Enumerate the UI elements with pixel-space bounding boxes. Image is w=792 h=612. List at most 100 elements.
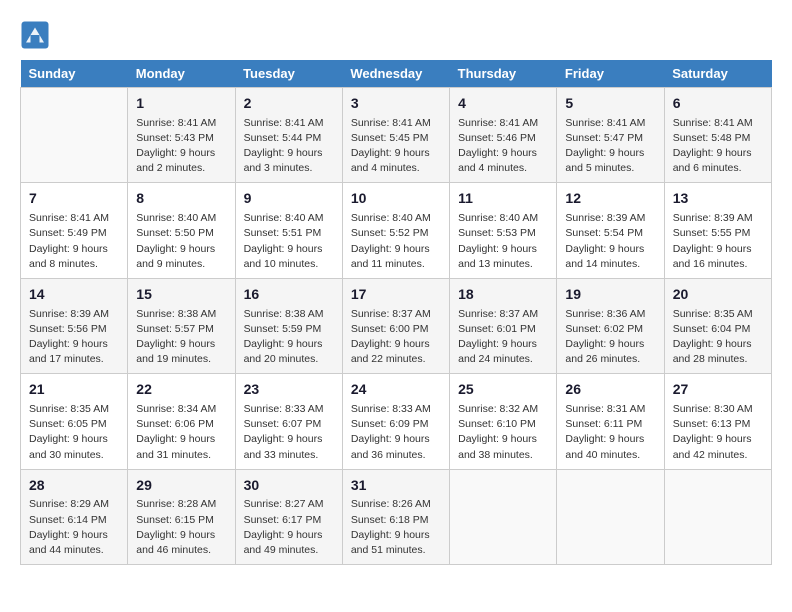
day-info: Sunrise: 8:41 AM Sunset: 5:47 PM Dayligh… bbox=[565, 116, 655, 177]
day-info: Sunrise: 8:29 AM Sunset: 6:14 PM Dayligh… bbox=[29, 497, 119, 558]
calendar-cell bbox=[21, 88, 128, 183]
weekday-header-wednesday: Wednesday bbox=[342, 60, 449, 88]
day-number: 15 bbox=[136, 285, 226, 305]
day-number: 28 bbox=[29, 476, 119, 496]
calendar-cell: 19Sunrise: 8:36 AM Sunset: 6:02 PM Dayli… bbox=[557, 278, 664, 373]
weekday-header-friday: Friday bbox=[557, 60, 664, 88]
day-number: 23 bbox=[244, 380, 334, 400]
day-info: Sunrise: 8:30 AM Sunset: 6:13 PM Dayligh… bbox=[673, 402, 763, 463]
weekday-header-sunday: Sunday bbox=[21, 60, 128, 88]
calendar-cell: 20Sunrise: 8:35 AM Sunset: 6:04 PM Dayli… bbox=[664, 278, 771, 373]
day-info: Sunrise: 8:32 AM Sunset: 6:10 PM Dayligh… bbox=[458, 402, 548, 463]
calendar-cell: 16Sunrise: 8:38 AM Sunset: 5:59 PM Dayli… bbox=[235, 278, 342, 373]
day-number: 27 bbox=[673, 380, 763, 400]
calendar-cell: 15Sunrise: 8:38 AM Sunset: 5:57 PM Dayli… bbox=[128, 278, 235, 373]
week-row-2: 7Sunrise: 8:41 AM Sunset: 5:49 PM Daylig… bbox=[21, 183, 772, 278]
calendar-cell: 23Sunrise: 8:33 AM Sunset: 6:07 PM Dayli… bbox=[235, 374, 342, 469]
day-number: 21 bbox=[29, 380, 119, 400]
day-number: 26 bbox=[565, 380, 655, 400]
day-info: Sunrise: 8:27 AM Sunset: 6:17 PM Dayligh… bbox=[244, 497, 334, 558]
day-number: 2 bbox=[244, 94, 334, 114]
day-info: Sunrise: 8:34 AM Sunset: 6:06 PM Dayligh… bbox=[136, 402, 226, 463]
day-info: Sunrise: 8:41 AM Sunset: 5:45 PM Dayligh… bbox=[351, 116, 441, 177]
day-number: 13 bbox=[673, 189, 763, 209]
calendar-cell: 30Sunrise: 8:27 AM Sunset: 6:17 PM Dayli… bbox=[235, 469, 342, 564]
day-info: Sunrise: 8:37 AM Sunset: 6:01 PM Dayligh… bbox=[458, 307, 548, 368]
day-number: 29 bbox=[136, 476, 226, 496]
calendar-cell: 14Sunrise: 8:39 AM Sunset: 5:56 PM Dayli… bbox=[21, 278, 128, 373]
calendar-cell bbox=[557, 469, 664, 564]
day-number: 25 bbox=[458, 380, 548, 400]
calendar-cell: 18Sunrise: 8:37 AM Sunset: 6:01 PM Dayli… bbox=[450, 278, 557, 373]
week-row-1: 1Sunrise: 8:41 AM Sunset: 5:43 PM Daylig… bbox=[21, 88, 772, 183]
calendar-table: SundayMondayTuesdayWednesdayThursdayFrid… bbox=[20, 60, 772, 565]
day-number: 8 bbox=[136, 189, 226, 209]
calendar-cell: 11Sunrise: 8:40 AM Sunset: 5:53 PM Dayli… bbox=[450, 183, 557, 278]
day-info: Sunrise: 8:39 AM Sunset: 5:54 PM Dayligh… bbox=[565, 211, 655, 272]
day-info: Sunrise: 8:41 AM Sunset: 5:49 PM Dayligh… bbox=[29, 211, 119, 272]
calendar-cell: 28Sunrise: 8:29 AM Sunset: 6:14 PM Dayli… bbox=[21, 469, 128, 564]
day-number: 22 bbox=[136, 380, 226, 400]
day-number: 20 bbox=[673, 285, 763, 305]
calendar-cell: 10Sunrise: 8:40 AM Sunset: 5:52 PM Dayli… bbox=[342, 183, 449, 278]
day-info: Sunrise: 8:41 AM Sunset: 5:43 PM Dayligh… bbox=[136, 116, 226, 177]
day-number: 3 bbox=[351, 94, 441, 114]
calendar-cell: 17Sunrise: 8:37 AM Sunset: 6:00 PM Dayli… bbox=[342, 278, 449, 373]
calendar-cell: 3Sunrise: 8:41 AM Sunset: 5:45 PM Daylig… bbox=[342, 88, 449, 183]
day-number: 18 bbox=[458, 285, 548, 305]
calendar-cell: 6Sunrise: 8:41 AM Sunset: 5:48 PM Daylig… bbox=[664, 88, 771, 183]
calendar-cell bbox=[450, 469, 557, 564]
calendar-cell: 26Sunrise: 8:31 AM Sunset: 6:11 PM Dayli… bbox=[557, 374, 664, 469]
calendar-cell bbox=[664, 469, 771, 564]
calendar-cell: 29Sunrise: 8:28 AM Sunset: 6:15 PM Dayli… bbox=[128, 469, 235, 564]
calendar-cell: 21Sunrise: 8:35 AM Sunset: 6:05 PM Dayli… bbox=[21, 374, 128, 469]
calendar-cell: 25Sunrise: 8:32 AM Sunset: 6:10 PM Dayli… bbox=[450, 374, 557, 469]
calendar-cell: 9Sunrise: 8:40 AM Sunset: 5:51 PM Daylig… bbox=[235, 183, 342, 278]
day-info: Sunrise: 8:41 AM Sunset: 5:46 PM Dayligh… bbox=[458, 116, 548, 177]
day-number: 24 bbox=[351, 380, 441, 400]
week-row-5: 28Sunrise: 8:29 AM Sunset: 6:14 PM Dayli… bbox=[21, 469, 772, 564]
day-number: 30 bbox=[244, 476, 334, 496]
week-row-4: 21Sunrise: 8:35 AM Sunset: 6:05 PM Dayli… bbox=[21, 374, 772, 469]
day-number: 19 bbox=[565, 285, 655, 305]
day-number: 12 bbox=[565, 189, 655, 209]
day-number: 1 bbox=[136, 94, 226, 114]
calendar-cell: 7Sunrise: 8:41 AM Sunset: 5:49 PM Daylig… bbox=[21, 183, 128, 278]
day-info: Sunrise: 8:41 AM Sunset: 5:48 PM Dayligh… bbox=[673, 116, 763, 177]
day-info: Sunrise: 8:33 AM Sunset: 6:09 PM Dayligh… bbox=[351, 402, 441, 463]
day-info: Sunrise: 8:37 AM Sunset: 6:00 PM Dayligh… bbox=[351, 307, 441, 368]
calendar-cell: 13Sunrise: 8:39 AM Sunset: 5:55 PM Dayli… bbox=[664, 183, 771, 278]
weekday-header-thursday: Thursday bbox=[450, 60, 557, 88]
day-number: 9 bbox=[244, 189, 334, 209]
day-info: Sunrise: 8:35 AM Sunset: 6:05 PM Dayligh… bbox=[29, 402, 119, 463]
day-info: Sunrise: 8:39 AM Sunset: 5:56 PM Dayligh… bbox=[29, 307, 119, 368]
calendar-cell: 4Sunrise: 8:41 AM Sunset: 5:46 PM Daylig… bbox=[450, 88, 557, 183]
calendar-cell: 27Sunrise: 8:30 AM Sunset: 6:13 PM Dayli… bbox=[664, 374, 771, 469]
day-number: 11 bbox=[458, 189, 548, 209]
calendar-cell: 22Sunrise: 8:34 AM Sunset: 6:06 PM Dayli… bbox=[128, 374, 235, 469]
calendar-cell: 2Sunrise: 8:41 AM Sunset: 5:44 PM Daylig… bbox=[235, 88, 342, 183]
day-number: 14 bbox=[29, 285, 119, 305]
day-info: Sunrise: 8:33 AM Sunset: 6:07 PM Dayligh… bbox=[244, 402, 334, 463]
day-info: Sunrise: 8:40 AM Sunset: 5:53 PM Dayligh… bbox=[458, 211, 548, 272]
day-info: Sunrise: 8:38 AM Sunset: 5:57 PM Dayligh… bbox=[136, 307, 226, 368]
logo bbox=[20, 20, 54, 50]
page-header bbox=[20, 20, 772, 50]
day-info: Sunrise: 8:28 AM Sunset: 6:15 PM Dayligh… bbox=[136, 497, 226, 558]
weekday-header-saturday: Saturday bbox=[664, 60, 771, 88]
day-info: Sunrise: 8:38 AM Sunset: 5:59 PM Dayligh… bbox=[244, 307, 334, 368]
calendar-cell: 24Sunrise: 8:33 AM Sunset: 6:09 PM Dayli… bbox=[342, 374, 449, 469]
day-info: Sunrise: 8:36 AM Sunset: 6:02 PM Dayligh… bbox=[565, 307, 655, 368]
day-number: 5 bbox=[565, 94, 655, 114]
weekday-header-tuesday: Tuesday bbox=[235, 60, 342, 88]
logo-icon bbox=[20, 20, 50, 50]
day-info: Sunrise: 8:40 AM Sunset: 5:50 PM Dayligh… bbox=[136, 211, 226, 272]
calendar-cell: 5Sunrise: 8:41 AM Sunset: 5:47 PM Daylig… bbox=[557, 88, 664, 183]
day-number: 16 bbox=[244, 285, 334, 305]
day-number: 17 bbox=[351, 285, 441, 305]
day-number: 6 bbox=[673, 94, 763, 114]
day-info: Sunrise: 8:41 AM Sunset: 5:44 PM Dayligh… bbox=[244, 116, 334, 177]
calendar-cell: 12Sunrise: 8:39 AM Sunset: 5:54 PM Dayli… bbox=[557, 183, 664, 278]
day-info: Sunrise: 8:35 AM Sunset: 6:04 PM Dayligh… bbox=[673, 307, 763, 368]
calendar-cell: 8Sunrise: 8:40 AM Sunset: 5:50 PM Daylig… bbox=[128, 183, 235, 278]
